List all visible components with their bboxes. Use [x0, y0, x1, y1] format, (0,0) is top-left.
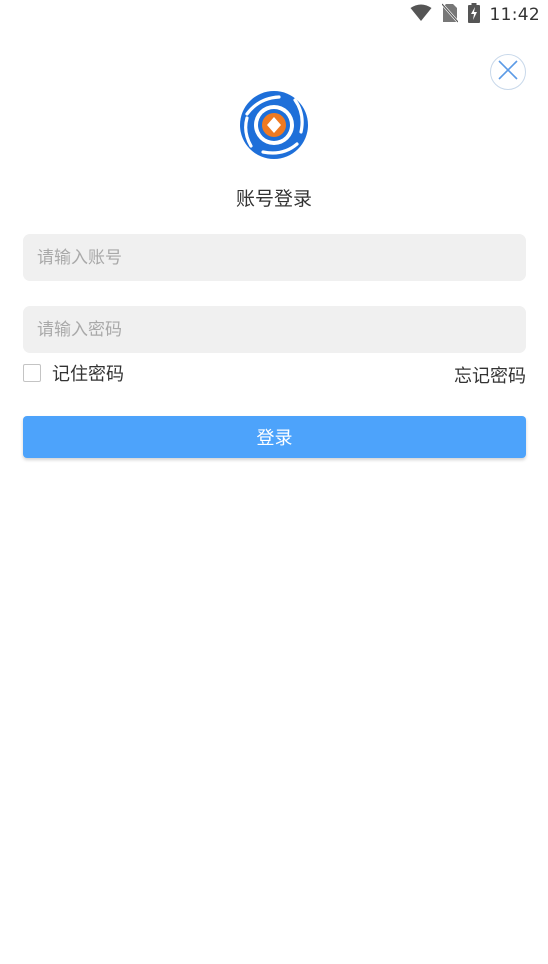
app-logo: [239, 90, 309, 160]
wifi-icon: [410, 4, 432, 26]
remember-password-label: 记住密码: [52, 364, 124, 385]
status-bar: 11:42: [0, 0, 548, 30]
forgot-password-link[interactable]: 忘记密码: [454, 362, 526, 388]
password-field-container: [23, 306, 526, 353]
battery-charging-icon: [467, 3, 480, 27]
login-button[interactable]: 登录: [23, 416, 526, 458]
status-time: 11:42: [489, 5, 540, 25]
account-field-container: [23, 234, 526, 281]
close-icon: [497, 59, 519, 85]
status-icons: 11:42: [410, 3, 541, 27]
page-title: 账号登录: [235, 188, 312, 210]
password-input[interactable]: [23, 306, 526, 353]
no-sim-icon: [440, 3, 459, 27]
remember-password-checkbox[interactable]: [23, 364, 41, 382]
remember-password-toggle[interactable]: 记住密码: [23, 362, 124, 385]
close-button[interactable]: [490, 54, 526, 90]
account-input[interactable]: [23, 234, 526, 281]
